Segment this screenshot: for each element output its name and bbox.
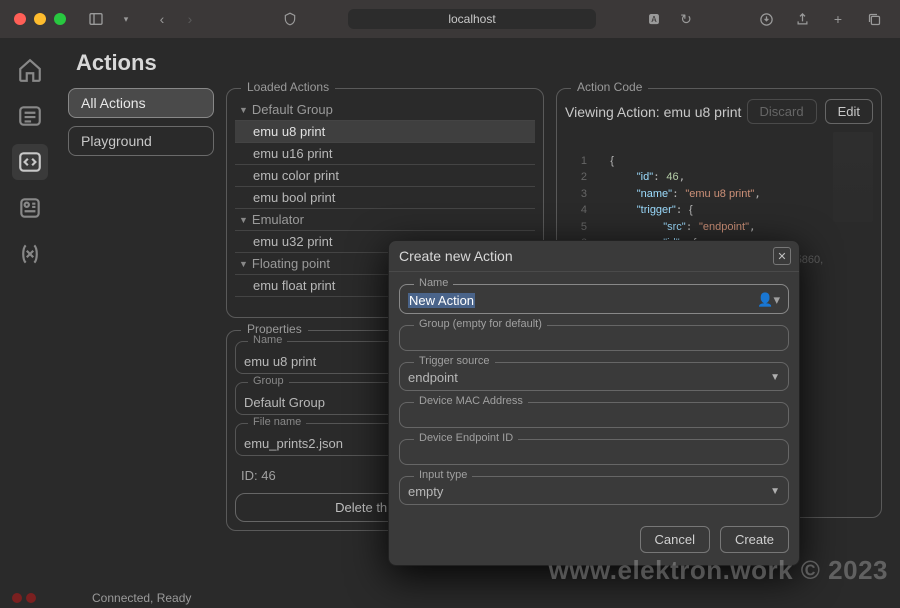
prop-group-label: Group	[248, 375, 289, 387]
maximize-window-icon[interactable]	[54, 13, 66, 25]
modal-title: Create new Action	[399, 248, 513, 264]
rail-list-icon[interactable]	[12, 98, 48, 134]
modal-trigger-label: Trigger source	[414, 355, 495, 367]
modal-endpoint-label: Device Endpoint ID	[414, 432, 518, 444]
shield-icon[interactable]	[278, 7, 302, 31]
minimize-window-icon[interactable]	[34, 13, 46, 25]
rail-code-icon[interactable]	[12, 144, 48, 180]
tabs-icon[interactable]	[862, 7, 886, 31]
action-item[interactable]: emu u16 print	[235, 143, 535, 165]
action-code-legend: Action Code	[571, 80, 648, 94]
close-window-icon[interactable]	[14, 13, 26, 25]
chevron-down-icon: ▼	[770, 372, 780, 383]
chevron-down-icon[interactable]: ▾	[114, 7, 138, 31]
modal-name-label: Name	[414, 277, 453, 289]
modal-close-button[interactable]: ✕	[773, 247, 791, 265]
nav-back-icon[interactable]: ‹	[150, 7, 174, 31]
person-icon: 👤▾	[757, 292, 780, 308]
modal-input-type-field[interactable]: Input type empty ▼	[399, 476, 789, 505]
group-header[interactable]: Default Group	[235, 99, 535, 121]
viewing-action-label: Viewing Action: emu u8 print	[565, 104, 741, 120]
minimap[interactable]	[833, 132, 873, 222]
modal-input-type-label: Input type	[414, 469, 472, 481]
rail-home-icon[interactable]	[12, 52, 48, 88]
prop-file-label: File name	[248, 416, 306, 428]
modal-trigger-value: endpoint	[408, 370, 458, 385]
prop-name-value: emu u8 print	[244, 354, 316, 369]
sidebar-toggle-icon[interactable]	[84, 7, 108, 31]
create-action-modal: Create new Action ✕ Name New Action 👤▾ G…	[388, 240, 800, 566]
share-icon[interactable]	[790, 7, 814, 31]
modal-endpoint-field[interactable]: Device Endpoint ID	[399, 439, 789, 465]
page-title: Actions	[76, 50, 882, 76]
modal-name-field[interactable]: Name New Action 👤▾	[399, 284, 789, 314]
group-header[interactable]: Emulator	[235, 209, 535, 231]
reload-icon[interactable]: ↻	[674, 7, 698, 31]
modal-group-label: Group (empty for default)	[414, 318, 547, 330]
modal-group-field[interactable]: Group (empty for default)	[399, 325, 789, 351]
modal-input-type-value: empty	[408, 484, 443, 499]
modal-trigger-field[interactable]: Trigger source endpoint ▼	[399, 362, 789, 391]
nav-forward-icon[interactable]: ›	[178, 7, 202, 31]
download-icon[interactable]	[754, 7, 778, 31]
rail-variables-icon[interactable]	[12, 236, 48, 272]
chevron-down-icon: ▼	[770, 486, 780, 497]
modal-mac-field[interactable]: Device MAC Address	[399, 402, 789, 428]
left-rail	[0, 38, 60, 588]
address-text: localhost	[448, 12, 495, 26]
discard-button: Discard	[747, 99, 817, 124]
modal-name-value: New Action	[408, 293, 475, 308]
modal-mac-label: Device MAC Address	[414, 395, 528, 407]
loaded-actions-legend: Loaded Actions	[241, 80, 335, 94]
edit-button[interactable]: Edit	[825, 99, 873, 124]
status-bar: Connected, Ready	[0, 588, 900, 608]
filter-all-actions[interactable]: All Actions	[68, 88, 214, 118]
prop-group-value: Default Group	[244, 395, 325, 410]
traffic-lights	[14, 13, 66, 25]
action-item[interactable]: emu color print	[235, 165, 535, 187]
prop-name-label: Name	[248, 334, 287, 346]
prop-file-value: emu_prints2.json	[244, 436, 343, 451]
new-tab-icon[interactable]: +	[826, 7, 850, 31]
filter-playground[interactable]: Playground	[68, 126, 214, 156]
address-bar[interactable]: localhost	[348, 9, 595, 29]
rail-device-icon[interactable]	[12, 190, 48, 226]
status-indicators	[12, 593, 36, 603]
action-item[interactable]: emu bool print	[235, 187, 535, 209]
window-titlebar: ▾ ‹ › localhost 🅰 ↻ +	[0, 0, 900, 38]
status-text: Connected, Ready	[92, 591, 191, 605]
create-button[interactable]: Create	[720, 526, 789, 553]
action-item[interactable]: emu u8 print	[235, 121, 535, 143]
cancel-button[interactable]: Cancel	[640, 526, 710, 553]
translate-icon[interactable]: 🅰	[642, 7, 666, 31]
